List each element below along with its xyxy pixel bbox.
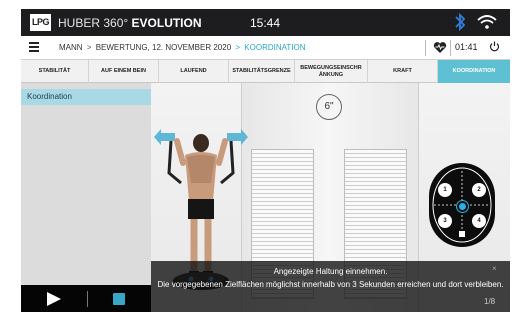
- power-icon[interactable]: [489, 41, 500, 52]
- instruction-title: Angezeigte Haltung einnehmen.: [273, 267, 388, 276]
- breadcrumb-separator: >: [235, 43, 241, 52]
- breadcrumb: MANN > BEWERTUNG, 12. NOVEMBER 2020 > KO…: [59, 43, 305, 52]
- session-timer: 01:41: [455, 42, 478, 52]
- step-counter: 1/8: [484, 297, 496, 306]
- stop-icon[interactable]: [113, 293, 125, 305]
- playback-controls: [21, 285, 151, 312]
- test-tabs: STABILITÄT AUF EINEM BEIN LAUFEND STABIL…: [21, 60, 510, 83]
- divider: [450, 40, 451, 56]
- tab-stabilitaetsgrenze[interactable]: STABILITÄTSGRENZE: [229, 60, 295, 83]
- divider: [425, 40, 426, 56]
- breadcrumb-item-patient[interactable]: MANN: [59, 43, 83, 52]
- bluetooth-icon: [455, 12, 466, 32]
- target-2: 2: [472, 183, 486, 197]
- countdown-badge: 6": [316, 94, 342, 120]
- close-icon[interactable]: ×: [492, 264, 497, 273]
- breadcrumb-item-assessment[interactable]: BEWERTUNG, 12. NOVEMBER 2020: [96, 43, 231, 52]
- instruction-text: Die vorgegebenen Zielflächen möglichst i…: [157, 280, 504, 289]
- brand-bold: EVOLUTION: [131, 16, 202, 30]
- play-icon[interactable]: [47, 292, 61, 306]
- breadcrumb-separator: >: [86, 43, 92, 52]
- plate-marker: [459, 231, 465, 237]
- tab-laufend[interactable]: LAUFEND: [159, 60, 229, 83]
- status-bar: LPG HUBER 360° EVOLUTION 15:44: [21, 9, 510, 36]
- breadcrumb-current: KOORDINATION: [244, 43, 306, 52]
- instruction-overlay: Angezeigte Haltung einnehmen. Die vorgeg…: [151, 261, 510, 312]
- menu-icon[interactable]: [29, 42, 39, 52]
- brand-prefix: HUBER 360°: [58, 16, 129, 30]
- clock: 15:44: [250, 16, 281, 30]
- wifi-icon: [477, 15, 497, 29]
- tab-bewegungseinschraenkung[interactable]: BEWEGUNGSEINSCHR ÄNKUNG: [295, 60, 368, 83]
- app-title: HUBER 360° EVOLUTION: [58, 16, 202, 30]
- list-item-koordination[interactable]: Koordination: [21, 89, 151, 105]
- target-1: 1: [438, 183, 452, 197]
- center-of-pressure-indicator: [459, 203, 466, 210]
- tab-kraft[interactable]: KRAFT: [368, 60, 438, 83]
- tab-auf-einem-bein[interactable]: AUF EINEM BEIN: [89, 60, 159, 83]
- balance-target-map: 1 2 3 4: [429, 163, 495, 247]
- divider: [87, 291, 88, 307]
- lpg-logo: LPG: [30, 14, 51, 31]
- tab-koordination[interactable]: KOORDINATION: [438, 60, 510, 83]
- app-window: LPG HUBER 360° EVOLUTION 15:44 MANN > BE…: [21, 9, 510, 312]
- breadcrumb-bar: MANN > BEWERTUNG, 12. NOVEMBER 2020 > KO…: [21, 36, 510, 60]
- target-4: 4: [472, 214, 486, 228]
- left-panel: Koordination: [21, 83, 151, 312]
- target-3: 3: [438, 214, 452, 228]
- tab-stabilitaet[interactable]: STABILITÄT: [21, 60, 89, 83]
- heart-rate-icon[interactable]: [433, 41, 447, 54]
